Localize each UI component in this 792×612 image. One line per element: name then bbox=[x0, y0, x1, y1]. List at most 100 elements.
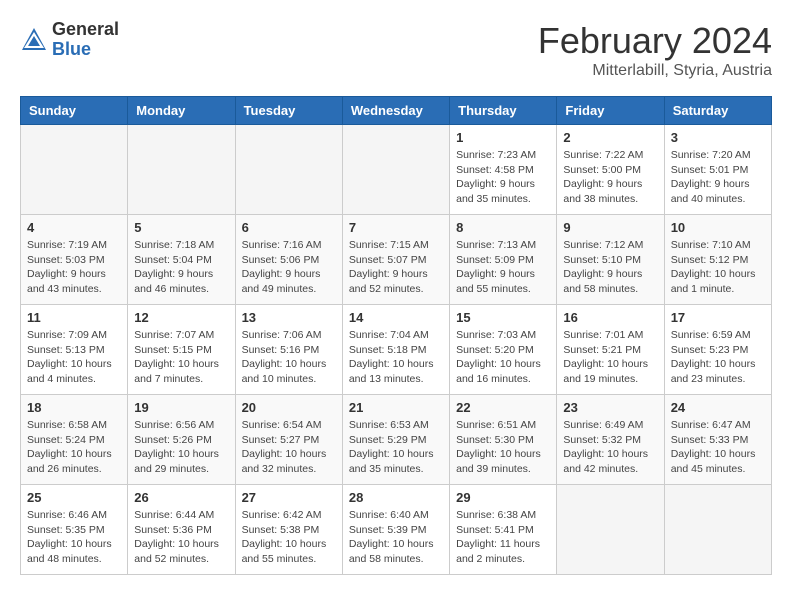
day-info: Sunrise: 7:12 AM Sunset: 5:10 PM Dayligh… bbox=[563, 238, 657, 297]
logo-blue-text: Blue bbox=[52, 40, 119, 60]
day-number: 14 bbox=[349, 310, 443, 325]
column-header-saturday: Saturday bbox=[664, 97, 771, 125]
calendar-day-cell bbox=[128, 125, 235, 215]
day-number: 15 bbox=[456, 310, 550, 325]
day-info: Sunrise: 7:04 AM Sunset: 5:18 PM Dayligh… bbox=[349, 328, 443, 387]
day-number: 29 bbox=[456, 490, 550, 505]
calendar-day-cell: 10Sunrise: 7:10 AM Sunset: 5:12 PM Dayli… bbox=[664, 215, 771, 305]
calendar-day-cell: 12 Sunrise: 7:07 AM Sunset: 5:15 PM Dayli… bbox=[128, 305, 235, 395]
calendar-day-cell: 13 Sunrise: 7:06 AM Sunset: 5:16 PM Dayli… bbox=[235, 305, 342, 395]
day-number: 4 bbox=[27, 220, 121, 235]
day-info: Sunrise: 7:22 AM Sunset: 5:00 PM Dayligh… bbox=[563, 148, 657, 207]
day-number: 3 bbox=[671, 130, 765, 145]
day-info: Sunrise: 6:46 AM Sunset: 5:35 PM Dayligh… bbox=[27, 508, 121, 567]
day-number: 23 bbox=[563, 400, 657, 415]
calendar-day-cell bbox=[664, 485, 771, 575]
day-info: Sunrise: 7:10 AM Sunset: 5:12 PM Dayligh… bbox=[671, 238, 765, 297]
day-info: Sunrise: 6:58 AM Sunset: 5:24 PM Dayligh… bbox=[27, 418, 121, 477]
day-info: Sunrise: 7:19 AM Sunset: 5:03 PM Dayligh… bbox=[27, 238, 121, 297]
calendar-day-cell: 9 Sunrise: 7:12 AM Sunset: 5:10 PM Daylig… bbox=[557, 215, 664, 305]
day-info: Sunrise: 6:40 AM Sunset: 5:39 PM Dayligh… bbox=[349, 508, 443, 567]
day-info: Sunrise: 7:16 AM Sunset: 5:06 PM Dayligh… bbox=[242, 238, 336, 297]
day-info: Sunrise: 7:15 AM Sunset: 5:07 PM Dayligh… bbox=[349, 238, 443, 297]
calendar-day-cell bbox=[21, 125, 128, 215]
day-number: 13 bbox=[242, 310, 336, 325]
calendar-day-cell: 24 Sunrise: 6:47 AM Sunset: 5:33 PM Dayli… bbox=[664, 395, 771, 485]
day-info: Sunrise: 6:51 AM Sunset: 5:30 PM Dayligh… bbox=[456, 418, 550, 477]
day-info: Sunrise: 6:47 AM Sunset: 5:33 PM Dayligh… bbox=[671, 418, 765, 477]
column-header-tuesday: Tuesday bbox=[235, 97, 342, 125]
calendar-day-cell bbox=[235, 125, 342, 215]
calendar-day-cell: 3 Sunrise: 7:20 AM Sunset: 5:01 PM Daylig… bbox=[664, 125, 771, 215]
column-header-monday: Monday bbox=[128, 97, 235, 125]
calendar-title: February 2024 bbox=[538, 20, 772, 62]
day-number: 25 bbox=[27, 490, 121, 505]
calendar-day-cell: 25 Sunrise: 6:46 AM Sunset: 5:35 PM Dayli… bbox=[21, 485, 128, 575]
calendar-day-cell: 19 Sunrise: 6:56 AM Sunset: 5:26 PM Dayli… bbox=[128, 395, 235, 485]
calendar-day-cell: 18 Sunrise: 6:58 AM Sunset: 5:24 PM Dayli… bbox=[21, 395, 128, 485]
column-header-sunday: Sunday bbox=[21, 97, 128, 125]
calendar-day-cell: 8 Sunrise: 7:13 AM Sunset: 5:09 PM Daylig… bbox=[450, 215, 557, 305]
calendar-day-cell bbox=[557, 485, 664, 575]
day-number: 16 bbox=[563, 310, 657, 325]
calendar-day-cell: 1Sunrise: 7:23 AM Sunset: 4:58 PM Daylig… bbox=[450, 125, 557, 215]
column-header-wednesday: Wednesday bbox=[342, 97, 449, 125]
calendar-week-row: 25 Sunrise: 6:46 AM Sunset: 5:35 PM Dayli… bbox=[21, 485, 772, 575]
day-number: 2 bbox=[563, 130, 657, 145]
day-number: 9 bbox=[563, 220, 657, 235]
day-info: Sunrise: 7:06 AM Sunset: 5:16 PM Dayligh… bbox=[242, 328, 336, 387]
calendar-week-row: 1Sunrise: 7:23 AM Sunset: 4:58 PM Daylig… bbox=[21, 125, 772, 215]
day-info: Sunrise: 7:01 AM Sunset: 5:21 PM Dayligh… bbox=[563, 328, 657, 387]
calendar-day-cell: 5 Sunrise: 7:18 AM Sunset: 5:04 PM Daylig… bbox=[128, 215, 235, 305]
logo-icon bbox=[20, 26, 48, 54]
calendar-day-cell: 21Sunrise: 6:53 AM Sunset: 5:29 PM Dayli… bbox=[342, 395, 449, 485]
day-number: 28 bbox=[349, 490, 443, 505]
calendar-day-cell: 15Sunrise: 7:03 AM Sunset: 5:20 PM Dayli… bbox=[450, 305, 557, 395]
calendar-day-cell: 29 Sunrise: 6:38 AM Sunset: 5:41 PM Dayli… bbox=[450, 485, 557, 575]
page-header: General Blue February 2024 Mitterlabill,… bbox=[20, 20, 772, 80]
day-info: Sunrise: 6:44 AM Sunset: 5:36 PM Dayligh… bbox=[134, 508, 228, 567]
calendar-day-cell: 26 Sunrise: 6:44 AM Sunset: 5:36 PM Dayli… bbox=[128, 485, 235, 575]
day-info: Sunrise: 6:59 AM Sunset: 5:23 PM Dayligh… bbox=[671, 328, 765, 387]
calendar-week-row: 4 Sunrise: 7:19 AM Sunset: 5:03 PM Daylig… bbox=[21, 215, 772, 305]
calendar-day-cell: 2 Sunrise: 7:22 AM Sunset: 5:00 PM Daylig… bbox=[557, 125, 664, 215]
day-number: 7 bbox=[349, 220, 443, 235]
calendar-day-cell: 6 Sunrise: 7:16 AM Sunset: 5:06 PM Daylig… bbox=[235, 215, 342, 305]
day-info: Sunrise: 6:54 AM Sunset: 5:27 PM Dayligh… bbox=[242, 418, 336, 477]
calendar-day-cell: 11Sunrise: 7:09 AM Sunset: 5:13 PM Dayli… bbox=[21, 305, 128, 395]
day-number: 6 bbox=[242, 220, 336, 235]
calendar-week-row: 18 Sunrise: 6:58 AM Sunset: 5:24 PM Dayli… bbox=[21, 395, 772, 485]
calendar-day-cell: 23Sunrise: 6:49 AM Sunset: 5:32 PM Dayli… bbox=[557, 395, 664, 485]
day-number: 8 bbox=[456, 220, 550, 235]
calendar-week-row: 11Sunrise: 7:09 AM Sunset: 5:13 PM Dayli… bbox=[21, 305, 772, 395]
calendar-day-cell: 7 Sunrise: 7:15 AM Sunset: 5:07 PM Daylig… bbox=[342, 215, 449, 305]
day-number: 18 bbox=[27, 400, 121, 415]
calendar-day-cell: 17 Sunrise: 6:59 AM Sunset: 5:23 PM Dayli… bbox=[664, 305, 771, 395]
calendar-day-cell: 14 Sunrise: 7:04 AM Sunset: 5:18 PM Dayli… bbox=[342, 305, 449, 395]
day-info: Sunrise: 6:56 AM Sunset: 5:26 PM Dayligh… bbox=[134, 418, 228, 477]
day-info: Sunrise: 6:42 AM Sunset: 5:38 PM Dayligh… bbox=[242, 508, 336, 567]
calendar-day-cell: 16 Sunrise: 7:01 AM Sunset: 5:21 PM Dayli… bbox=[557, 305, 664, 395]
logo-general-text: General bbox=[52, 20, 119, 40]
day-info: Sunrise: 6:38 AM Sunset: 5:41 PM Dayligh… bbox=[456, 508, 550, 567]
day-number: 5 bbox=[134, 220, 228, 235]
calendar-title-section: February 2024 Mitterlabill, Styria, Aust… bbox=[538, 20, 772, 80]
day-number: 11 bbox=[27, 310, 121, 325]
day-number: 17 bbox=[671, 310, 765, 325]
day-info: Sunrise: 7:07 AM Sunset: 5:15 PM Dayligh… bbox=[134, 328, 228, 387]
day-number: 21 bbox=[349, 400, 443, 415]
calendar-day-cell: 27 Sunrise: 6:42 AM Sunset: 5:38 PM Dayli… bbox=[235, 485, 342, 575]
day-number: 19 bbox=[134, 400, 228, 415]
day-info: Sunrise: 7:23 AM Sunset: 4:58 PM Dayligh… bbox=[456, 148, 550, 207]
day-info: Sunrise: 7:18 AM Sunset: 5:04 PM Dayligh… bbox=[134, 238, 228, 297]
day-number: 12 bbox=[134, 310, 228, 325]
day-info: Sunrise: 7:20 AM Sunset: 5:01 PM Dayligh… bbox=[671, 148, 765, 207]
day-number: 26 bbox=[134, 490, 228, 505]
day-number: 22 bbox=[456, 400, 550, 415]
calendar-subtitle: Mitterlabill, Styria, Austria bbox=[538, 62, 772, 80]
column-header-thursday: Thursday bbox=[450, 97, 557, 125]
day-info: Sunrise: 7:13 AM Sunset: 5:09 PM Dayligh… bbox=[456, 238, 550, 297]
day-number: 24 bbox=[671, 400, 765, 415]
calendar-table: SundayMondayTuesdayWednesdayThursdayFrid… bbox=[20, 96, 772, 575]
day-number: 27 bbox=[242, 490, 336, 505]
